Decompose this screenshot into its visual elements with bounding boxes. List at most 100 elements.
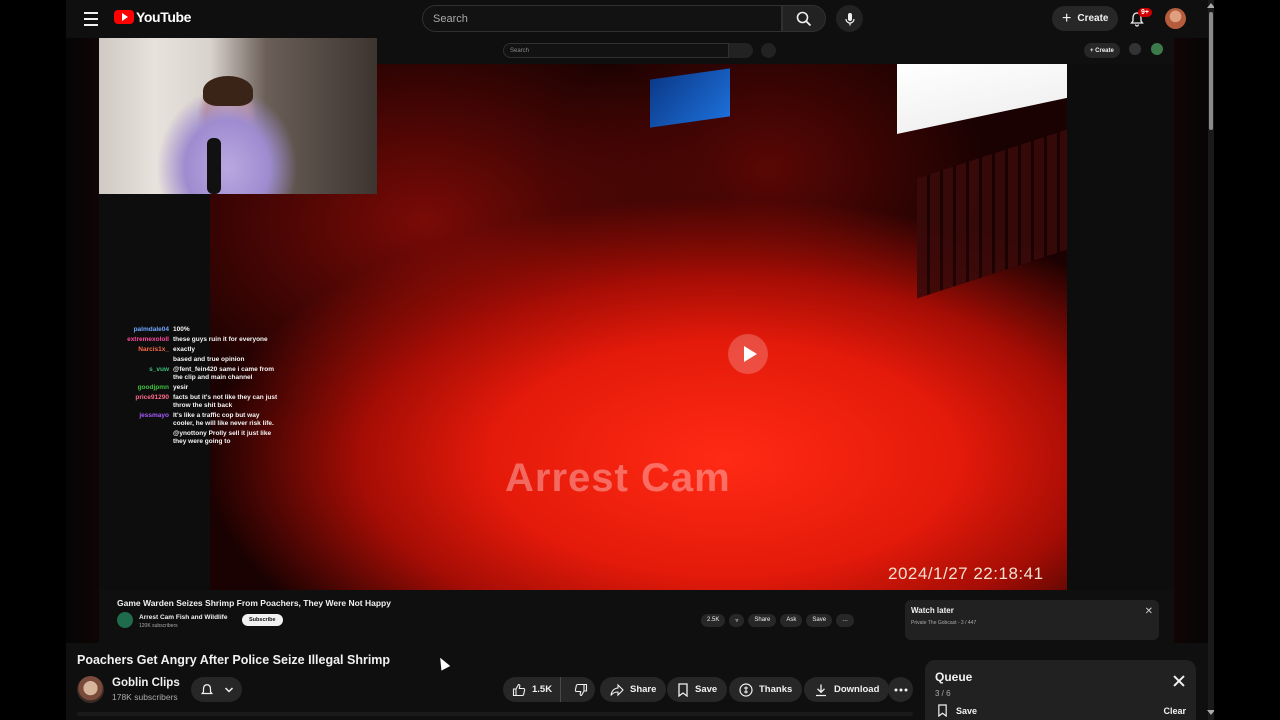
embedded-channel-avatar bbox=[117, 612, 133, 628]
streamer-microphone bbox=[207, 138, 221, 194]
thanks-icon bbox=[739, 682, 753, 697]
chat-username: s_vuw bbox=[149, 366, 169, 373]
chevron-down-icon bbox=[224, 686, 233, 693]
embedded-watch-later-panel: Watch later Private The Gobcast - 3 / 44… bbox=[905, 600, 1159, 640]
embedded-save-label: Save bbox=[806, 614, 833, 627]
laptop-keyboard bbox=[917, 129, 1067, 299]
voice-search-button[interactable] bbox=[836, 5, 863, 32]
chat-message: Narcis1x_ exactly bbox=[99, 346, 279, 354]
bookmark-icon bbox=[938, 704, 947, 717]
thumbs-down-icon bbox=[574, 683, 588, 696]
youtube-play-icon bbox=[114, 10, 134, 24]
embedded-dislike-icon: ▿ bbox=[729, 614, 745, 627]
search-button[interactable] bbox=[782, 5, 826, 32]
like-count: 1.5K bbox=[532, 684, 553, 695]
youtube-logo[interactable]: YouTube bbox=[114, 9, 191, 25]
embedded-share-label: Share bbox=[748, 614, 777, 627]
thanks-button[interactable]: Thanks bbox=[729, 677, 803, 702]
download-icon bbox=[816, 684, 826, 696]
chat-username: extremexololl bbox=[127, 336, 169, 343]
chat-message: extremexololl these guys ruin it for ever… bbox=[99, 336, 279, 344]
video-title: Poachers Get Angry After Police Seize Il… bbox=[77, 653, 391, 667]
create-label: Create bbox=[1077, 13, 1109, 24]
download-button[interactable]: Download bbox=[804, 677, 890, 702]
embedded-create-button: + Create bbox=[1084, 43, 1120, 58]
embedded-video-title: Game Warden Seizes Shrimp From Poachers,… bbox=[117, 598, 391, 608]
bodycam-timestamp: 2024/1/27 22:18:41 bbox=[888, 564, 1044, 583]
chat-message: s_vuw @fent_fein420 same i came from the … bbox=[99, 366, 279, 382]
play-button-icon[interactable] bbox=[728, 334, 768, 374]
subscription-bell-button[interactable] bbox=[191, 677, 242, 702]
chat-username: Narcis1x_ bbox=[138, 346, 169, 353]
search-icon bbox=[796, 11, 812, 26]
chat-message-text: based and true opinion bbox=[173, 356, 245, 363]
embedded-microphone-icon bbox=[761, 43, 776, 58]
chat-message-text: yesir bbox=[173, 384, 189, 391]
embedded-avatar bbox=[1151, 43, 1163, 55]
embedded-action-bar: 2.5K ▿ Share Ask Save … bbox=[701, 614, 855, 627]
channel-name[interactable]: Goblin Clips bbox=[112, 677, 180, 689]
chat-message-text: 100% bbox=[173, 326, 190, 333]
chat-message: @ynottony Prolly sell it just like they … bbox=[99, 430, 279, 446]
scroll-down-arrow-icon[interactable] bbox=[1207, 710, 1214, 715]
youtube-page: YouTube Search + Create 9+ Search + Crea… bbox=[66, 0, 1214, 720]
laptop-screen bbox=[897, 64, 1067, 134]
video-player[interactable]: Search + Create Arrest Cam 2024/1/27 22:… bbox=[66, 38, 1214, 643]
chat-username bbox=[99, 356, 173, 364]
bookmark-icon bbox=[678, 682, 688, 697]
chat-message: palmdale04 100% bbox=[99, 326, 279, 334]
chat-username: price91290 bbox=[135, 394, 169, 401]
queue-save-button[interactable]: Save bbox=[937, 704, 977, 717]
bell-icon bbox=[200, 683, 213, 694]
embedded-ask-label: Ask bbox=[780, 614, 803, 627]
scrollbar-thumb[interactable] bbox=[1209, 12, 1213, 130]
chat-message: price91290 facts but it's not like they c… bbox=[99, 394, 279, 410]
channel-avatar[interactable] bbox=[77, 676, 104, 703]
chat-message-text: It's like a traffic cop but way cooler, … bbox=[173, 412, 274, 427]
chat-message-text: @ynottony Prolly sell it just like they … bbox=[173, 430, 272, 445]
dashboard-panel bbox=[650, 68, 730, 128]
search-input[interactable]: Search bbox=[422, 5, 782, 32]
streamer-hair bbox=[203, 76, 253, 106]
queue-panel: Queue 3 / 6 Save Clear bbox=[925, 660, 1196, 720]
logo-text: YouTube bbox=[136, 9, 192, 25]
embedded-video-info: Game Warden Seizes Shrimp From Poachers,… bbox=[99, 590, 1174, 643]
download-label: Download bbox=[834, 684, 880, 695]
queue-clear-button[interactable]: Clear bbox=[1163, 706, 1186, 716]
save-button[interactable]: Save bbox=[667, 677, 728, 702]
account-avatar[interactable] bbox=[1165, 8, 1186, 29]
embedded-channel-name: Arrest Cam Fish and Wildlife bbox=[139, 614, 228, 621]
right-letterbox bbox=[1214, 0, 1280, 720]
subscriber-count: 178K subscribers bbox=[112, 692, 178, 702]
thumbs-up-icon bbox=[512, 683, 526, 696]
embedded-watch-later-sub: Private The Gobcast - 3 / 447 bbox=[911, 620, 977, 626]
embedded-like-count: 2.5K bbox=[701, 614, 726, 627]
queue-count: 3 / 6 bbox=[935, 689, 951, 698]
more-actions-button[interactable] bbox=[888, 677, 913, 702]
create-button[interactable]: + Create bbox=[1052, 6, 1119, 31]
video-watermark: Arrest Cam bbox=[505, 456, 731, 500]
chat-message-text: exactly bbox=[173, 346, 196, 353]
embedded-screen-capture: Search + Create Arrest Cam 2024/1/27 22:… bbox=[99, 38, 1174, 643]
notification-badge: 9+ bbox=[1138, 8, 1152, 17]
close-icon[interactable] bbox=[1172, 674, 1186, 688]
like-button[interactable]: 1.5K bbox=[503, 677, 562, 702]
description-box-edge bbox=[77, 712, 913, 716]
chat-message-text: facts but it's not like they can just th… bbox=[173, 394, 278, 409]
chat-message: jessmayo It's like a traffic cop but way … bbox=[99, 412, 279, 428]
chat-username: jessmayo bbox=[139, 412, 169, 419]
left-letterbox bbox=[0, 0, 66, 720]
queue-save-label: Save bbox=[956, 705, 978, 716]
plus-icon: + bbox=[1062, 9, 1072, 27]
embedded-search-icon bbox=[729, 43, 753, 58]
embedded-more-icon: … bbox=[836, 614, 855, 627]
hamburger-menu-icon[interactable] bbox=[80, 8, 102, 30]
scroll-up-arrow-icon[interactable] bbox=[1207, 3, 1214, 8]
embedded-bell-icon bbox=[1129, 43, 1141, 55]
share-button[interactable]: Share bbox=[600, 677, 667, 702]
embedded-create-label: Create bbox=[1095, 47, 1114, 54]
dislike-button[interactable] bbox=[567, 677, 595, 702]
chat-username bbox=[99, 430, 173, 446]
mouse-cursor-icon bbox=[435, 655, 451, 671]
queue-title: Queue bbox=[935, 670, 973, 684]
